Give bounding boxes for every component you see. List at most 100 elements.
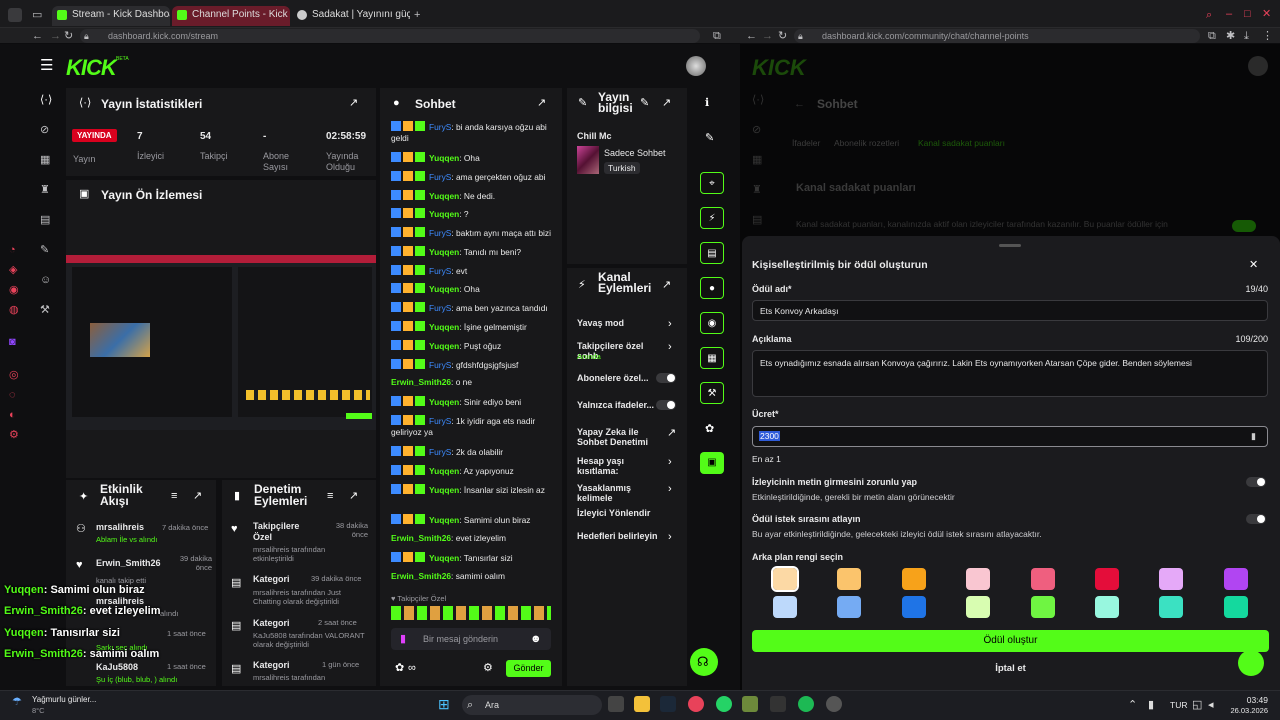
chat-username[interactable]: FuryS [429, 122, 451, 132]
steam-icon[interactable] [660, 696, 676, 712]
color-swatch[interactable] [902, 596, 926, 618]
color-swatch[interactable] [1159, 596, 1183, 618]
channel-action-label[interactable]: Yavaş mod [577, 318, 667, 328]
channel-action-toggle[interactable] [656, 400, 676, 410]
tab-channel-points[interactable]: Channel Points - Kick Das [172, 6, 290, 26]
chevron-right-icon[interactable]: › [668, 455, 672, 469]
channel-action-label[interactable]: Hesap yaşı kısıtlama: [577, 456, 667, 476]
task-view-icon[interactable] [608, 696, 624, 712]
stepper-icon[interactable]: ▮ [1251, 429, 1256, 443]
color-swatch[interactable] [1159, 568, 1183, 590]
hamburger-menu-icon[interactable]: ☰ [40, 58, 53, 73]
back-icon-right[interactable]: ← [746, 29, 757, 43]
app-icon[interactable] [770, 696, 786, 712]
edit-icon[interactable]: ✎ [705, 131, 714, 145]
chat-username[interactable]: Yuqqen [429, 466, 459, 476]
nav-media-icon[interactable]: ▤ [40, 213, 50, 227]
app-icon[interactable] [826, 696, 842, 712]
right-url-field[interactable]: dashboard.kick.com/community/chat/channe… [794, 29, 1200, 43]
emoji-icon[interactable]: ☻ [530, 632, 542, 646]
points-icon[interactable]: ✿ [705, 422, 714, 436]
channel-action-label[interactable]: Abonelere özel... [577, 373, 667, 383]
chat-username[interactable]: FuryS [429, 172, 451, 182]
filter-icon[interactable]: ≡ [327, 489, 333, 503]
minecraft-icon[interactable] [742, 696, 758, 712]
extension-icon[interactable]: ⧉ [713, 29, 721, 43]
chat-username[interactable]: Erwin_Smith26 [391, 377, 451, 387]
settings-icon[interactable]: ⚙ [9, 428, 19, 442]
tool-chat-button[interactable]: ● [700, 277, 724, 299]
download-icon[interactable]: ⤓ [1244, 29, 1249, 43]
nav-link-icon[interactable]: ⊘ [40, 123, 49, 137]
extension-icon[interactable]: ⧉ [1208, 29, 1216, 43]
extensions-puzzle-icon[interactable]: ✱ [1226, 29, 1235, 43]
tool-doc-button[interactable]: ▤ [700, 242, 724, 264]
color-swatch[interactable] [1224, 596, 1248, 618]
create-reward-button[interactable]: Ödül oluştur [752, 630, 1269, 652]
popout-icon[interactable]: ↗ [349, 96, 358, 110]
filter-icon[interactable]: ≡ [171, 489, 177, 503]
nav-users-icon[interactable]: ☺ [40, 273, 51, 287]
chat-username[interactable]: Yuqqen [429, 341, 459, 351]
right-tab-badges[interactable]: Abonelik rozetleri [834, 138, 899, 148]
points-toggle[interactable] [1232, 220, 1256, 232]
chat-username[interactable]: Yuqqen [429, 485, 459, 495]
external-link-icon[interactable]: ↗ [667, 426, 676, 440]
tray-time[interactable]: 03:49 [1222, 695, 1268, 705]
weather-text[interactable]: Yağmurlu günler... [32, 695, 96, 704]
chat-username[interactable]: FuryS [429, 447, 451, 457]
opera-gx-icon[interactable] [688, 696, 704, 712]
send-button[interactable]: Gönder [506, 660, 551, 677]
tool-wrench-button[interactable]: ⚒ [700, 382, 724, 404]
color-swatch[interactable] [1224, 568, 1248, 590]
tool-bolt-button[interactable]: ⚡︎ [700, 207, 724, 229]
channel-action-label[interactable]: Yapay Zeka ile Sohbet Denetimi [577, 427, 667, 447]
color-swatch[interactable] [773, 596, 797, 618]
chevron-right-icon[interactable]: › [668, 317, 672, 331]
tool-focus-button[interactable]: ⌖ [700, 172, 724, 194]
activity-user[interactable]: KaJu5808 [96, 662, 138, 672]
chat-username[interactable]: Yuqqen [429, 284, 459, 294]
tool-broadcast-button[interactable]: ◉ [700, 312, 724, 334]
color-swatch[interactable] [837, 596, 861, 618]
help-fab-right[interactable] [1238, 650, 1264, 676]
settings-icon[interactable]: ⚙ [483, 661, 493, 675]
channel-action-label[interactable]: Yalnızca ifadeler... [577, 400, 667, 410]
popout-icon[interactable]: ↗ [537, 96, 546, 110]
forward-icon[interactable]: → [50, 29, 61, 43]
reload-icon[interactable]: ↻ [64, 29, 73, 43]
tool-green-button[interactable]: ▣ [700, 452, 724, 474]
chat-username[interactable]: Yuqqen [429, 322, 459, 332]
minimize-icon[interactable]: – [1226, 7, 1232, 21]
chat-username[interactable]: Yuqqen [429, 515, 459, 525]
kick-logo[interactable]: KICK [66, 55, 117, 81]
chat-username[interactable]: FuryS [429, 266, 451, 276]
browser-sidebar-icon[interactable]: ◐ [9, 408, 16, 422]
windows-start-icon[interactable]: ⊞ [438, 697, 450, 711]
chat-username[interactable]: FuryS [429, 416, 451, 426]
popout-icon[interactable]: ↗ [349, 489, 358, 503]
opt2-toggle[interactable] [1246, 514, 1266, 524]
tool-media-button[interactable]: ▦ [700, 347, 724, 369]
reload-icon-right[interactable]: ↻ [778, 29, 787, 43]
file-explorer-icon[interactable] [634, 696, 650, 712]
forward-icon-right[interactable]: → [762, 29, 773, 43]
tray-chevron-icon[interactable]: ⌃ [1128, 698, 1137, 712]
chat-username[interactable]: Yuqqen [429, 247, 459, 257]
maximize-icon[interactable]: □ [1244, 7, 1251, 21]
color-swatch[interactable] [1095, 596, 1119, 618]
tray-date[interactable]: 26.03.2026 [1222, 706, 1268, 715]
infinity-icon[interactable]: ∞ [408, 661, 416, 675]
color-swatch[interactable] [1031, 568, 1055, 590]
tab-stream[interactable]: Stream - Kick Dashboard [52, 6, 170, 26]
color-swatch[interactable] [966, 568, 990, 590]
chat-username[interactable]: Yuqqen [429, 397, 459, 407]
nav-chart-icon[interactable]: ▦ [40, 153, 50, 167]
search-icon[interactable]: ⌕ [1206, 8, 1212, 22]
color-swatch[interactable] [771, 566, 799, 592]
channel-action-label[interactable]: İzleyici Yönlendir [577, 508, 667, 518]
chat-username[interactable]: FuryS [429, 228, 451, 238]
color-swatch[interactable] [1095, 568, 1119, 590]
edit-icon[interactable]: ✎ [640, 96, 649, 110]
nav-tools-icon[interactable]: ✎ [40, 243, 49, 257]
